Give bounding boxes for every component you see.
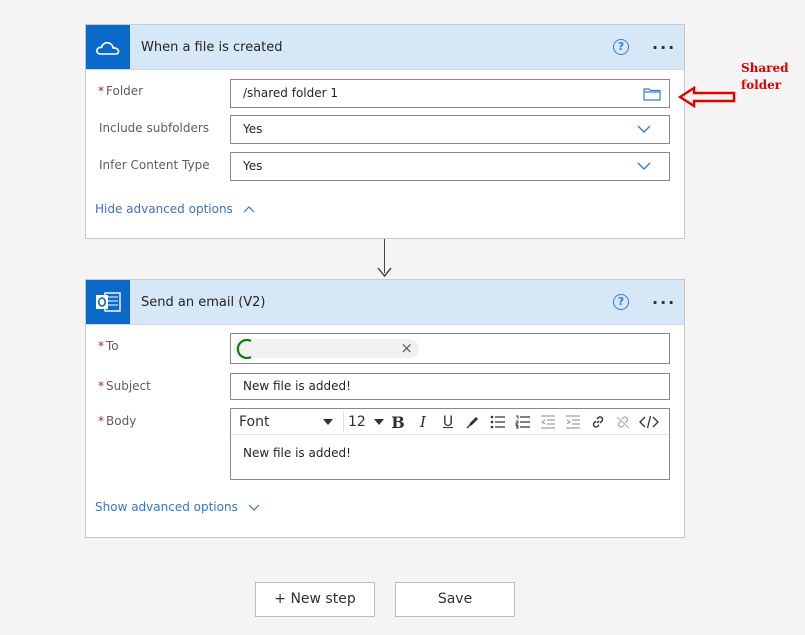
unlink-icon[interactable] <box>613 412 633 432</box>
recipient-token[interactable]: × <box>233 339 419 359</box>
folder-value: /shared folder 1 <box>243 86 339 100</box>
trigger-card-header[interactable]: When a file is created ? ··· <box>86 25 684 70</box>
include-subfolders-label: Include subfolders <box>99 121 210 135</box>
shared-folder-annotation: Shared folder <box>741 61 789 92</box>
dropdown-caret-icon <box>374 419 384 425</box>
subject-value: New file is added! <box>243 379 351 393</box>
more-options-icon[interactable]: ··· <box>652 40 676 56</box>
folder-field[interactable]: /shared folder 1 <box>230 79 670 108</box>
underline-button[interactable]: U <box>438 412 458 432</box>
infer-content-type-value: Yes <box>243 159 263 173</box>
subject-field[interactable]: New file is added! <box>230 373 670 400</box>
chevron-down-icon <box>637 125 651 133</box>
rich-text-toolbar: Font 12 B I U <box>231 409 669 435</box>
chevron-down-icon <box>637 162 651 170</box>
help-icon[interactable]: ? <box>613 39 629 55</box>
remove-recipient-icon[interactable]: × <box>400 339 413 358</box>
decrease-indent-icon[interactable] <box>538 412 558 432</box>
to-label: * To <box>98 339 119 353</box>
help-icon[interactable]: ? <box>613 294 629 310</box>
show-advanced-options-link[interactable]: Show advanced options <box>95 500 260 514</box>
bold-button[interactable]: B <box>388 412 408 432</box>
toolbar-divider <box>343 412 344 432</box>
bulleted-list-icon[interactable] <box>488 412 508 432</box>
link-icon[interactable] <box>588 412 608 432</box>
action-title: Send an email (V2) <box>141 295 266 310</box>
italic-button[interactable]: I <box>413 412 433 432</box>
action-card-header[interactable]: Send an email (V2) ? ··· <box>86 280 684 325</box>
body-label: * Body <box>98 414 137 428</box>
folder-label: * Folder <box>98 84 144 98</box>
folder-picker-icon[interactable] <box>643 87 661 101</box>
code-view-icon[interactable] <box>638 412 660 432</box>
body-editor[interactable]: Font 12 B I U New file is added! <box>230 408 670 480</box>
dropdown-caret-icon <box>323 419 333 425</box>
trigger-title: When a file is created <box>141 40 283 55</box>
more-options-icon[interactable]: ··· <box>652 295 676 311</box>
hide-advanced-options-link[interactable]: Hide advanced options <box>95 202 255 216</box>
include-subfolders-value: Yes <box>243 122 263 136</box>
action-card: Send an email (V2) ? ··· * To × * Subject … <box>85 279 685 538</box>
recipient-avatar <box>236 339 252 359</box>
include-subfolders-dropdown[interactable]: Yes <box>230 115 670 144</box>
chevron-down-icon <box>248 504 260 511</box>
chevron-up-icon <box>243 206 255 213</box>
body-value: New file is added! <box>243 446 351 460</box>
onedrive-cloud-icon <box>86 25 130 69</box>
save-button[interactable]: Save <box>395 582 515 617</box>
increase-indent-icon[interactable] <box>563 412 583 432</box>
to-field[interactable]: × <box>230 333 670 364</box>
infer-content-type-label: Infer Content Type <box>99 158 210 172</box>
outlook-icon <box>86 280 130 324</box>
highlight-pen-icon[interactable] <box>463 412 483 432</box>
new-step-button[interactable]: + New step <box>255 582 375 617</box>
numbered-list-icon[interactable] <box>513 412 533 432</box>
trigger-card: When a file is created ? ··· * Folder /sh… <box>85 24 685 239</box>
font-dropdown[interactable]: Font <box>233 412 339 432</box>
connector-arrowhead-icon <box>377 267 392 278</box>
infer-content-type-dropdown[interactable]: Yes <box>230 152 670 181</box>
font-size-dropdown[interactable]: 12 <box>348 412 384 432</box>
subject-label: * Subject <box>98 379 151 393</box>
annotation-arrow <box>678 86 736 108</box>
